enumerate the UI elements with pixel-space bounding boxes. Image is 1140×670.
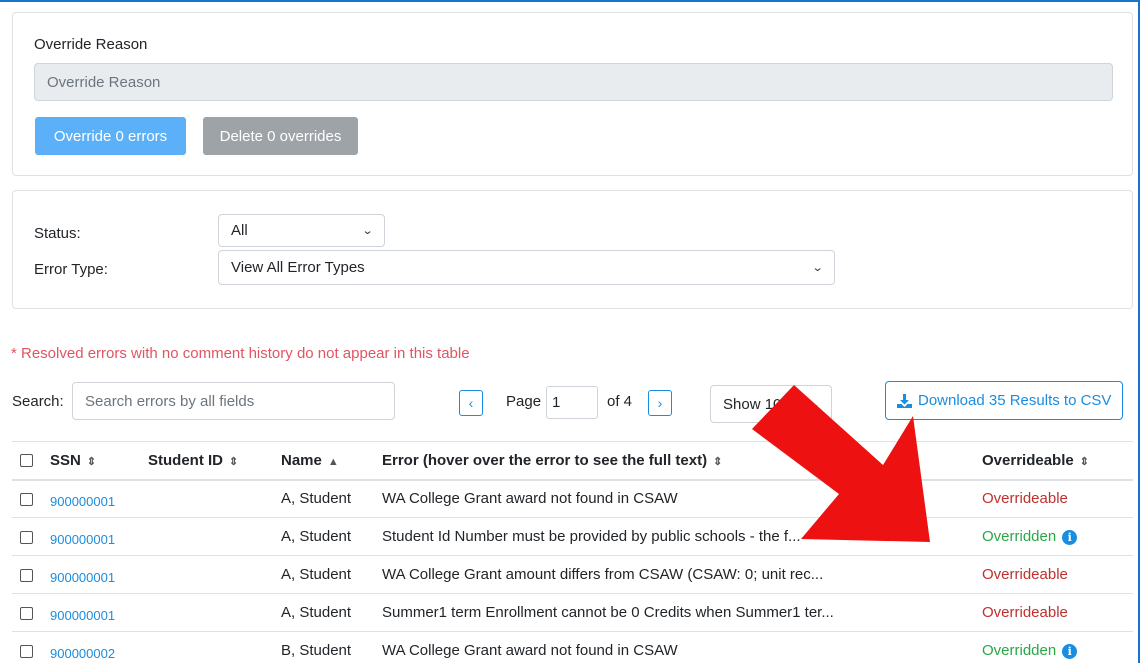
- row-select-cell: [12, 479, 42, 518]
- sort-ascending-icon: ▲: [327, 455, 339, 468]
- row-select-cell: [12, 631, 42, 670]
- select-all-header: [12, 441, 42, 481]
- row-checkbox[interactable]: [20, 530, 33, 544]
- chevron-down-icon: ⌄: [811, 262, 824, 274]
- page-size-select[interactable]: Show 10 ⌄: [710, 385, 832, 423]
- status-text: Overridden: [982, 642, 1057, 660]
- row-select-cell: [12, 517, 42, 556]
- status-text: Overrideable: [982, 566, 1068, 583]
- name-cell: A, Student: [273, 479, 374, 518]
- student-id-cell: [140, 593, 273, 632]
- page-label: Page: [506, 393, 542, 410]
- student-id-header[interactable]: Student ID ⇕: [140, 441, 273, 481]
- student-id-cell: [140, 479, 273, 518]
- student-id-cell: [140, 517, 273, 556]
- table-row: 900000001 A, Student WA College Grant awar…: [12, 479, 1133, 518]
- table-row: 900000002 B, Student WA College Grant awar…: [12, 631, 1133, 670]
- error-cell[interactable]: WA College Grant award not found in CSAW: [374, 479, 974, 518]
- error-type-select-value: View All Error Types: [231, 259, 365, 276]
- window-top-border: [0, 0, 1140, 2]
- row-select-cell: [12, 555, 42, 594]
- filters-card: Status: All ⌄ Error Type: View All Error…: [12, 190, 1133, 309]
- status-cell: Overrideable: [974, 593, 1133, 632]
- error-cell[interactable]: Student Id Number must be provided by pu…: [374, 517, 974, 556]
- sort-icon: ⇕: [713, 455, 723, 468]
- status-cell: Overrideable: [974, 555, 1133, 594]
- student-id-header-label: Student ID: [148, 451, 223, 469]
- resolved-errors-note: * Resolved errors with no comment histor…: [11, 345, 470, 362]
- override-errors-button[interactable]: Override 0 errors: [35, 117, 186, 155]
- download-csv-label: Download 35 Results to CSV: [918, 392, 1112, 409]
- page-number-input[interactable]: [546, 386, 598, 419]
- row-checkbox[interactable]: [20, 568, 33, 582]
- error-type-label: Error Type:: [34, 261, 108, 278]
- previous-page-button[interactable]: ‹: [459, 390, 483, 416]
- error-cell[interactable]: WA College Grant amount differs from CSA…: [374, 555, 974, 594]
- info-icon[interactable]: i: [1062, 643, 1078, 659]
- info-icon[interactable]: i: [1062, 529, 1078, 545]
- status-cell: Overridden i: [974, 517, 1133, 556]
- error-cell[interactable]: WA College Grant award not found in CSAW: [374, 631, 974, 670]
- page-count: of 4: [607, 393, 633, 410]
- sort-icon: ⇕: [86, 455, 97, 468]
- error-type-select[interactable]: View All Error Types ⌄: [218, 250, 835, 285]
- errors-table: SSN ⇕ Student ID ⇕ Name ▲ Error (hover over…: [12, 441, 1133, 670]
- chevron-down-icon: ⌄: [361, 225, 374, 237]
- name-cell: B, Student: [273, 631, 374, 670]
- ssn-link[interactable]: 900000001: [42, 593, 140, 632]
- ssn-link[interactable]: 900000002: [42, 631, 140, 670]
- name-cell: A, Student: [273, 593, 374, 632]
- overrideable-header[interactable]: Overrideable ⇕: [974, 441, 1133, 481]
- overrideable-header-label: Overrideable: [982, 451, 1074, 469]
- name-cell: A, Student: [273, 555, 374, 594]
- table-header-row: SSN ⇕ Student ID ⇕ Name ▲ Error (hover over…: [12, 441, 1133, 481]
- name-header[interactable]: Name ▲: [273, 441, 374, 481]
- status-cell: Overridden i: [974, 631, 1133, 670]
- name-header-label: Name: [281, 451, 322, 469]
- search-label: Search:: [12, 393, 64, 410]
- chevron-down-icon: ⌄: [808, 398, 821, 411]
- sort-icon: ⇕: [1079, 455, 1089, 468]
- override-reason-label: Override Reason: [34, 36, 148, 53]
- row-checkbox[interactable]: [20, 492, 33, 506]
- error-header[interactable]: Error (hover over the error to see the f…: [374, 441, 974, 481]
- ssn-link[interactable]: 900000001: [42, 479, 140, 518]
- search-input[interactable]: [72, 382, 395, 420]
- status-text: Overrideable: [982, 604, 1068, 621]
- row-select-cell: [12, 593, 42, 632]
- ssn-header-label: SSN: [50, 451, 81, 469]
- select-all-checkbox[interactable]: [20, 454, 33, 468]
- name-cell: A, Student: [273, 517, 374, 556]
- chevron-left-icon: ‹: [468, 395, 474, 411]
- error-cell[interactable]: Summer1 term Enrollment cannot be 0 Cred…: [374, 593, 974, 632]
- override-reason-input[interactable]: [34, 63, 1113, 101]
- error-header-label: Error (hover over the error to see the f…: [382, 451, 708, 469]
- override-card: Override Reason Override 0 errors Delete…: [12, 12, 1133, 176]
- table-row: 900000001 A, Student Student Id Number mus…: [12, 517, 1133, 556]
- status-select-value: All: [231, 222, 248, 239]
- download-icon: [897, 393, 912, 408]
- status-text: Overrideable: [982, 490, 1068, 508]
- chevron-right-icon: ›: [657, 395, 663, 411]
- table-row: 900000001 A, Student Summer1 term Enrollme…: [12, 593, 1133, 632]
- delete-overrides-button[interactable]: Delete 0 overrides: [203, 117, 358, 155]
- status-cell: Overrideable: [974, 479, 1133, 518]
- sort-icon: ⇕: [229, 455, 239, 468]
- status-label: Status:: [34, 225, 81, 242]
- status-select[interactable]: All ⌄: [218, 214, 385, 247]
- student-id-cell: [140, 555, 273, 594]
- page-size-value: Show 10: [723, 395, 782, 413]
- row-checkbox[interactable]: [20, 606, 33, 620]
- ssn-link[interactable]: 900000001: [42, 555, 140, 594]
- next-page-button[interactable]: ›: [648, 390, 672, 416]
- row-checkbox[interactable]: [20, 644, 33, 658]
- status-text: Overridden: [982, 528, 1057, 545]
- ssn-link[interactable]: 900000001: [42, 517, 140, 556]
- download-csv-button[interactable]: Download 35 Results to CSV: [885, 381, 1124, 420]
- student-id-cell: [140, 631, 273, 670]
- table-row: 900000001 A, Student WA College Grant amou…: [12, 555, 1133, 594]
- ssn-header[interactable]: SSN ⇕: [42, 441, 140, 481]
